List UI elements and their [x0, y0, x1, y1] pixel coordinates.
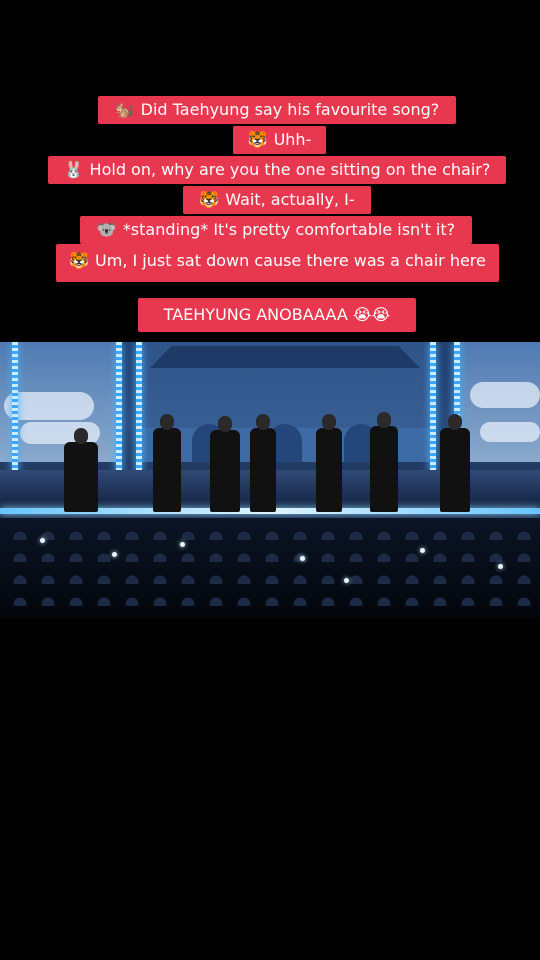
- caption-text-3: Hold on, why are you the one sitting on …: [89, 160, 491, 179]
- audience-crowd: [0, 518, 540, 618]
- stage-video-frame[interactable]: [0, 342, 540, 618]
- caption-line-4: 🐯 Wait, actually, I-: [183, 186, 371, 214]
- performer-head: [74, 428, 88, 444]
- squirrel-emoji-icon: 🐿️: [114, 100, 135, 119]
- lightstick-dot: [300, 556, 305, 561]
- performer-head: [448, 414, 462, 430]
- cloud-shape: [480, 422, 540, 442]
- caption-line-3: 🐰 Hold on, why are you the one sitting on…: [48, 156, 506, 184]
- caption-line-5: 🐨 *standing* It's pretty comfortable isn'…: [80, 216, 472, 244]
- performer: [370, 412, 398, 512]
- caption-line-1: 🐿️ Did Taehyung say his favourite song?: [98, 96, 456, 124]
- performer-head: [322, 414, 336, 430]
- lightstick-dot: [180, 542, 185, 547]
- performer-head: [256, 414, 270, 430]
- caption-text-2: Uhh-: [273, 130, 312, 149]
- cloud-shape: [470, 382, 540, 408]
- lightstick-dot: [420, 548, 425, 553]
- palace-roof: [150, 346, 420, 368]
- tiger-emoji-icon: 🐯: [199, 190, 220, 209]
- led-pillar: [430, 342, 436, 474]
- performer-head: [160, 414, 174, 430]
- video-page: 🐿️ Did Taehyung say his favourite song? 🐯…: [0, 0, 540, 960]
- caption-text-5: *standing* It's pretty comfortable isn't…: [122, 220, 456, 239]
- performer-head: [218, 416, 232, 432]
- caption-text-4: Wait, actually, I-: [225, 190, 355, 209]
- performer: [64, 428, 98, 512]
- performer: [316, 414, 342, 512]
- koala-emoji-icon: 🐨: [96, 220, 117, 239]
- performer-head: [377, 412, 391, 428]
- led-pillar: [136, 342, 142, 474]
- tiger-emoji-icon: 🐯: [247, 130, 268, 149]
- lightstick-dot: [344, 578, 349, 583]
- caption-line-2: 🐯 Uhh-: [233, 126, 326, 154]
- performer: [153, 414, 181, 512]
- tiger-emoji-icon: 🐯: [69, 251, 90, 270]
- cloud-shape: [20, 422, 100, 444]
- caption-text-6: Um, I just sat down cause there was a ch…: [95, 251, 486, 270]
- performer: [440, 414, 470, 512]
- led-pillar: [116, 342, 122, 474]
- lightstick-dot: [40, 538, 45, 543]
- led-pillar: [12, 342, 18, 474]
- lightstick-dot: [498, 564, 503, 569]
- footer-caption: TAEHYUNG ANOBAAAA 😭😭: [138, 298, 416, 332]
- caption-text-1: Did Taehyung say his favourite song?: [140, 100, 440, 119]
- caption-line-6: 🐯 Um, I just sat down cause there was a c…: [56, 244, 499, 282]
- rabbit-emoji-icon: 🐰: [63, 160, 84, 179]
- lightstick-dot: [112, 552, 117, 557]
- performer: [210, 416, 240, 512]
- performer: [250, 414, 276, 512]
